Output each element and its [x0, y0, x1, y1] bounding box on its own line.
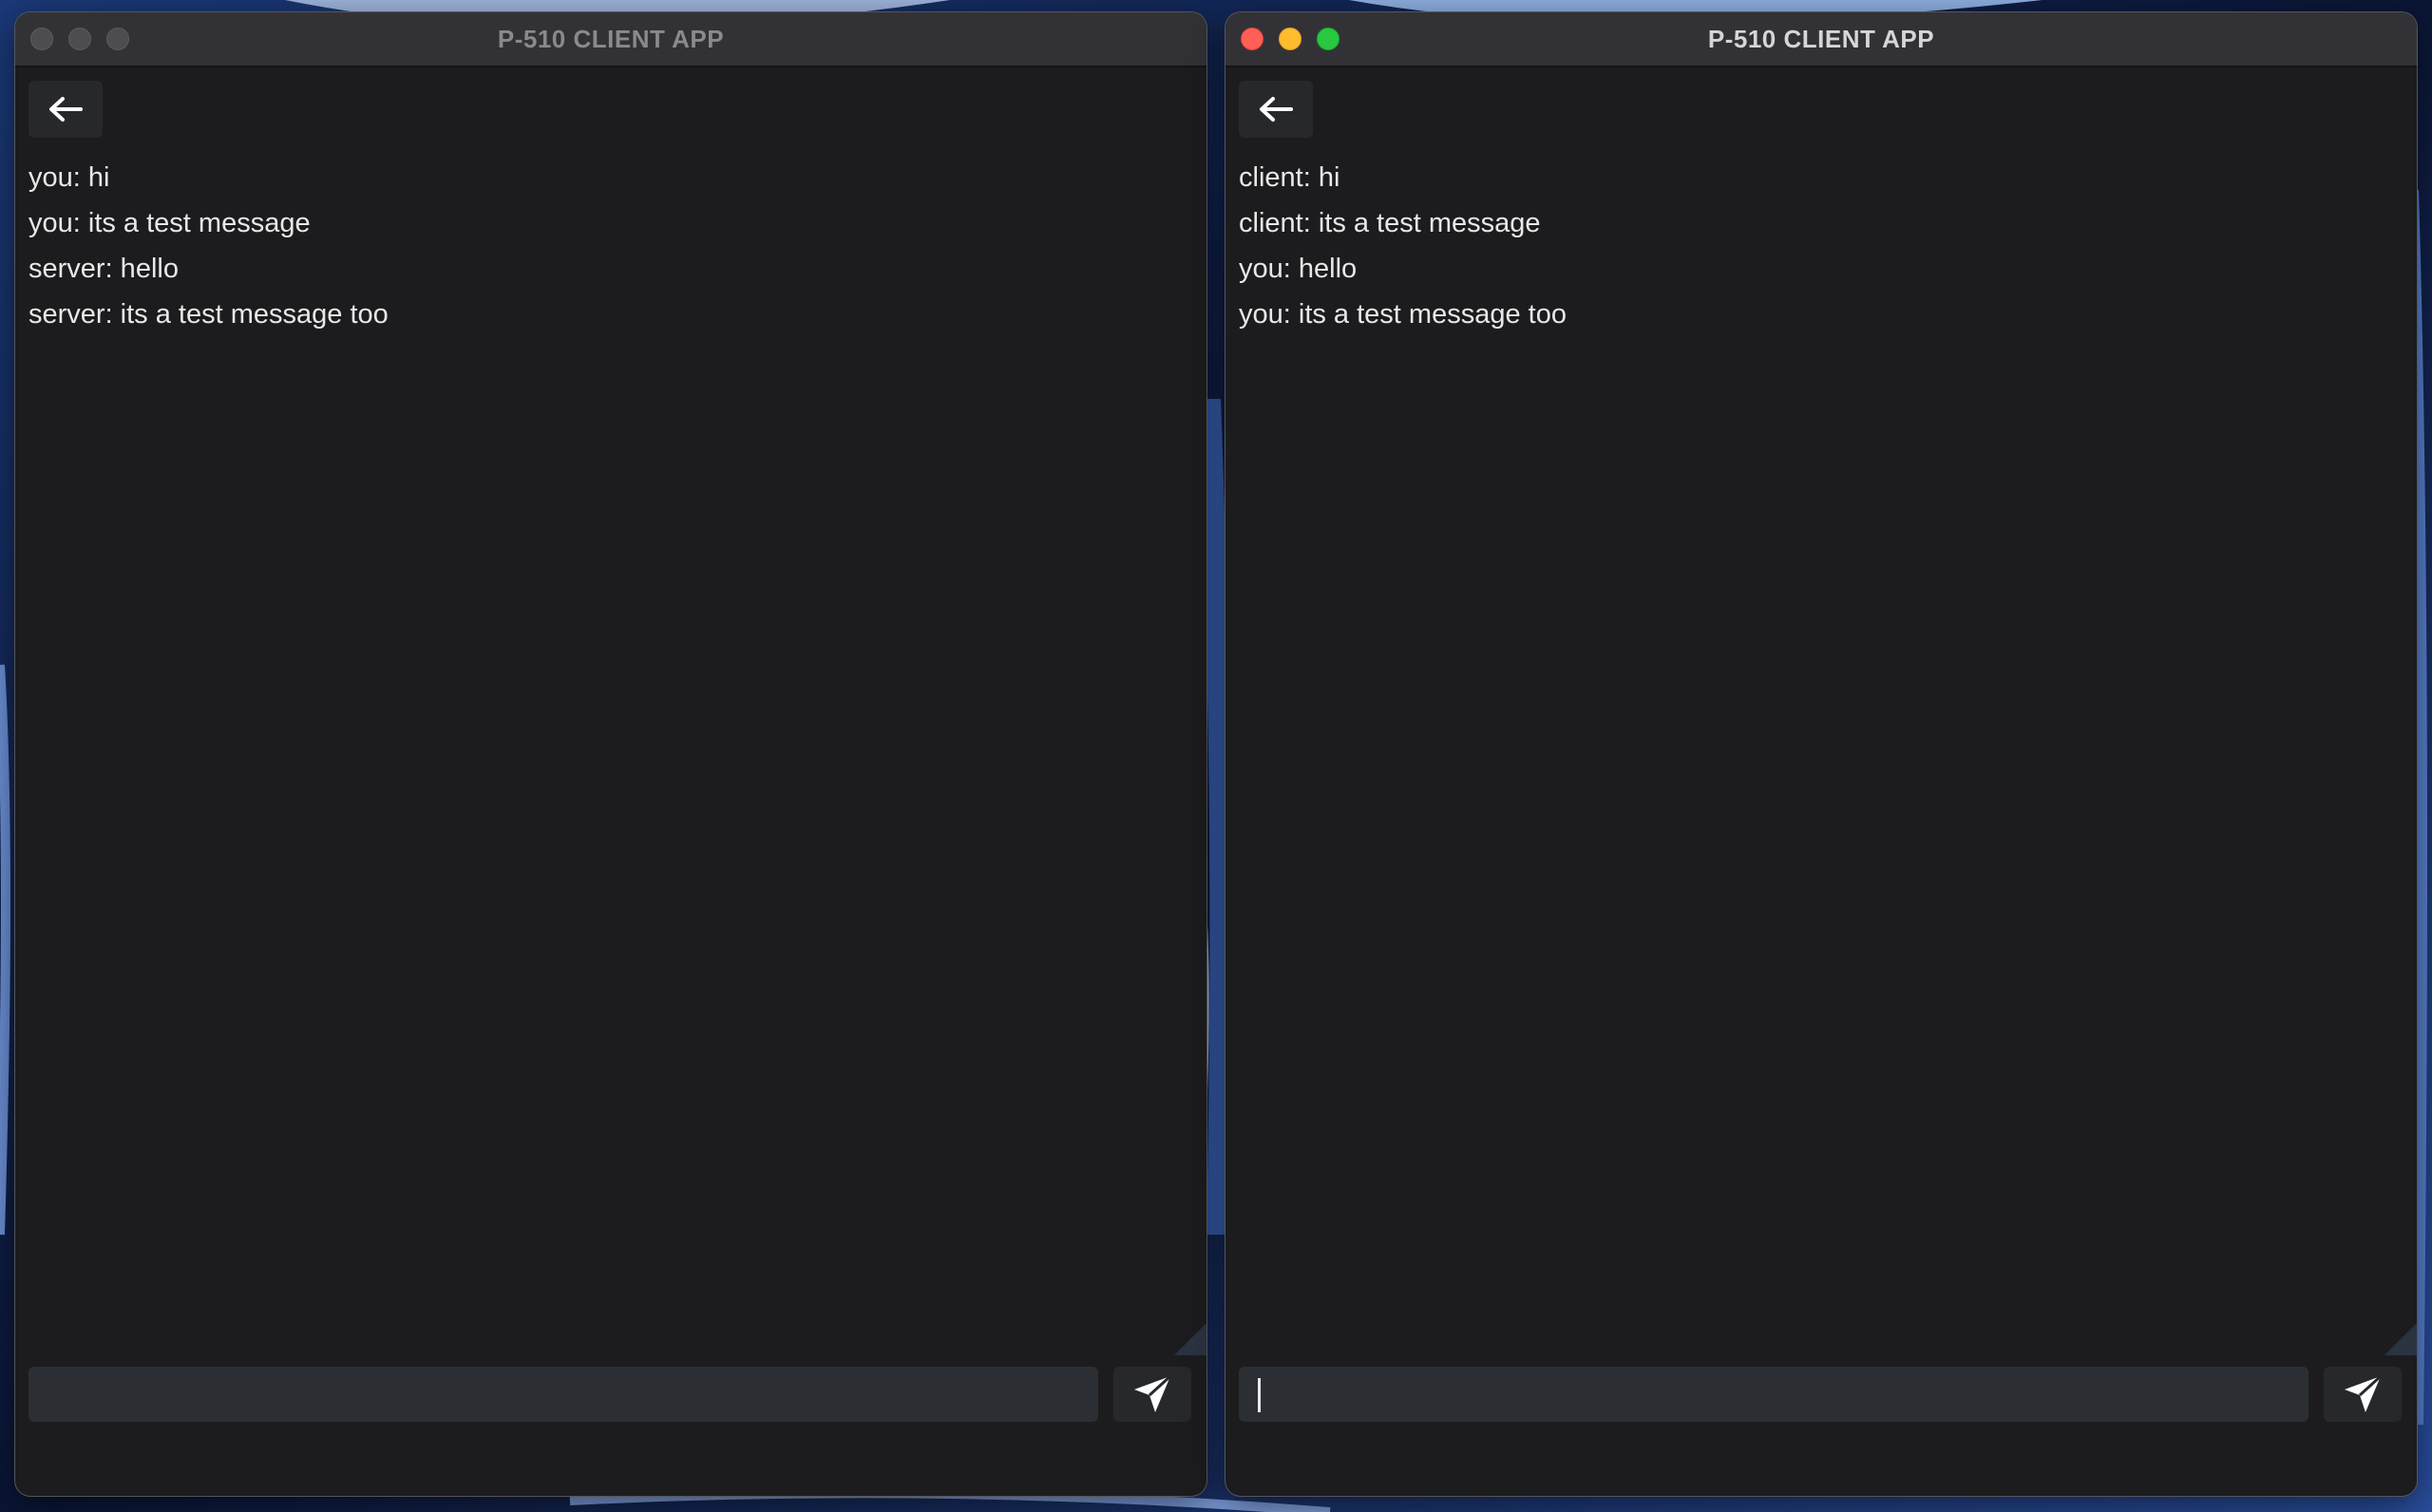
chat-window-right: P-510 CLIENT APP client: hi client: its …	[1226, 12, 2417, 1496]
back-button[interactable]	[28, 81, 103, 138]
message-input[interactable]	[1239, 1367, 2308, 1422]
arrow-left-icon	[1260, 97, 1293, 122]
chat-window-left: P-510 CLIENT APP you: hi you: its a test…	[15, 12, 1206, 1496]
message-list: client: hi client: its a test message yo…	[1239, 155, 2388, 337]
window-title: P-510 CLIENT APP	[1707, 25, 1935, 53]
arrow-left-icon	[49, 97, 83, 122]
text-cursor	[1258, 1378, 1261, 1412]
message-item: client: hi	[1239, 162, 1340, 193]
message-list: you: hi you: its a test message server: …	[28, 155, 1178, 337]
title-bar[interactable]: P-510 CLIENT APP	[15, 12, 1206, 67]
message-item: you: its a test message too	[1239, 299, 1567, 330]
window-title: P-510 CLIENT APP	[497, 25, 725, 53]
paper-plane-icon	[1134, 1374, 1172, 1412]
send-button[interactable]	[1113, 1367, 1191, 1422]
send-button[interactable]	[2324, 1367, 2402, 1422]
resize-grip[interactable]	[2384, 1323, 2417, 1355]
message-input[interactable]	[28, 1367, 1098, 1422]
message-item: server: hello	[28, 254, 179, 284]
message-item: you: its a test message	[28, 208, 311, 238]
resize-grip[interactable]	[1174, 1323, 1206, 1355]
message-item: client: its a test message	[1239, 208, 1541, 238]
back-button[interactable]	[1239, 81, 1313, 138]
message-item: you: hello	[1239, 254, 1358, 284]
title-bar[interactable]: P-510 CLIENT APP	[1226, 12, 2417, 67]
message-item: you: hi	[28, 162, 110, 193]
paper-plane-icon	[2345, 1374, 2383, 1412]
message-item: server: its a test message too	[28, 299, 389, 330]
